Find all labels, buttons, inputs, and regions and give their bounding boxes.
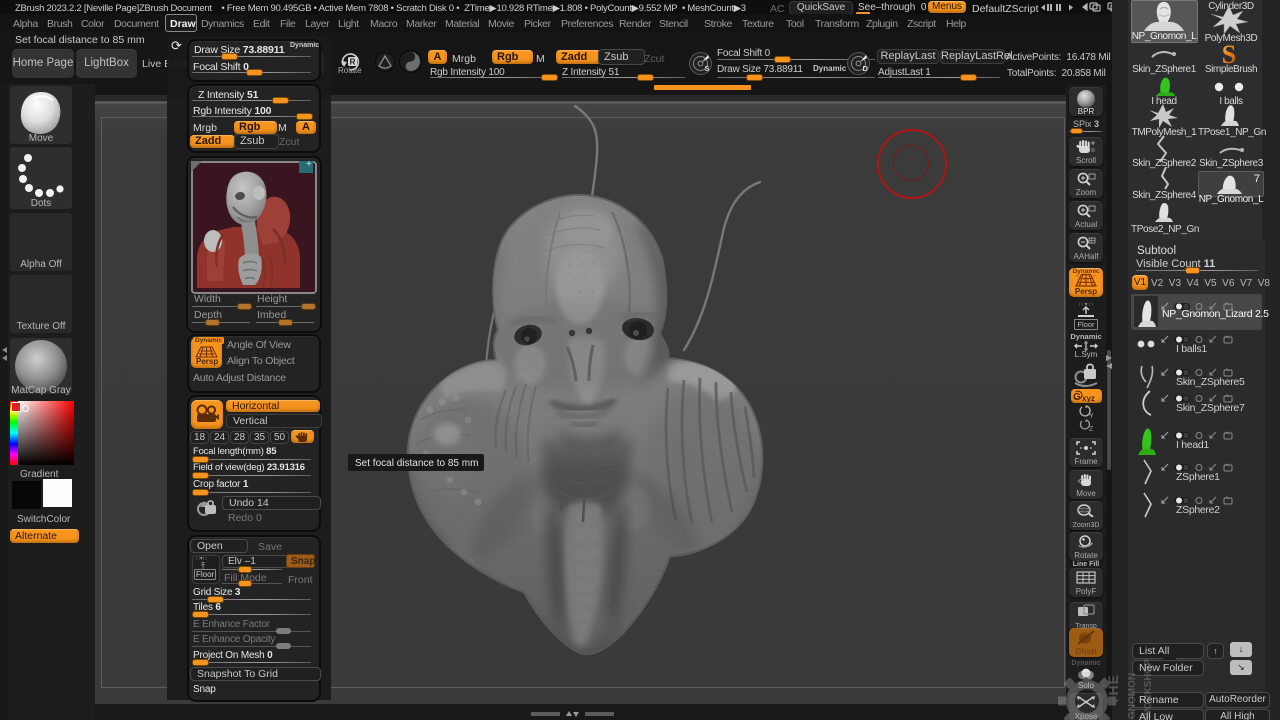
- svg-text:S: S: [705, 64, 710, 73]
- svg-text:3D: 3D: [1080, 509, 1088, 515]
- svg-text:xyz: xyz: [1082, 394, 1095, 402]
- svg-text:Z: Z: [1089, 426, 1094, 432]
- svg-text:D: D: [863, 64, 869, 73]
